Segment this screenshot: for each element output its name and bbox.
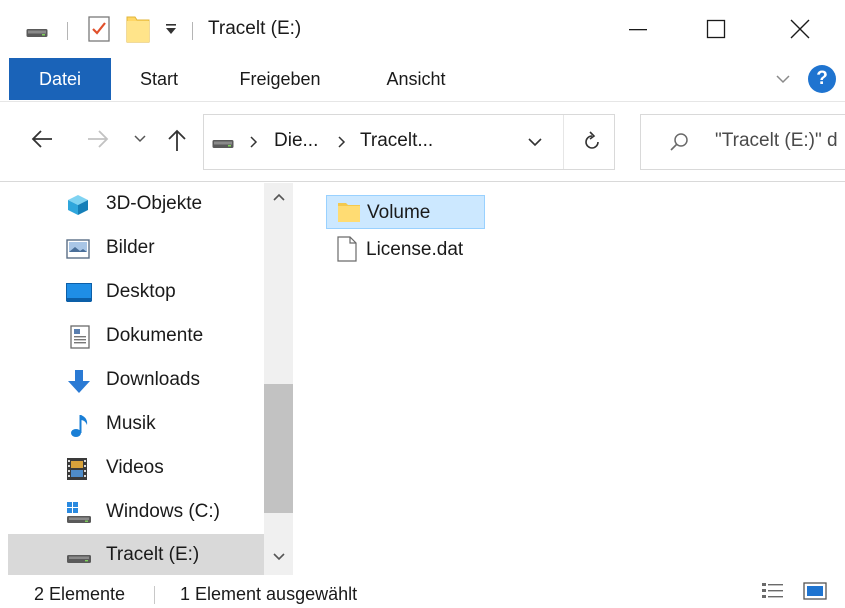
large-icons-view-icon[interactable] bbox=[803, 581, 829, 603]
address-bar[interactable]: Die... Tracelt... bbox=[203, 114, 615, 170]
nav-item-downloads[interactable]: Downloads bbox=[8, 359, 264, 402]
title-bar: Tracelt (E:) bbox=[0, 0, 845, 58]
properties-icon[interactable] bbox=[88, 16, 110, 47]
scroll-down-button[interactable] bbox=[264, 549, 293, 573]
item-count: 2 Elemente bbox=[34, 584, 126, 604]
nav-item-desktop[interactable]: Desktop bbox=[8, 271, 264, 314]
nav-item-dokumente[interactable]: Dokumente bbox=[8, 315, 264, 358]
nav-item-windows-c[interactable]: Windows (C:) bbox=[8, 491, 264, 534]
up-arrow-icon[interactable] bbox=[166, 128, 188, 157]
file-icon bbox=[337, 236, 357, 267]
close-icon bbox=[790, 19, 810, 39]
nav-item-3d-objekte[interactable]: 3D-Objekte bbox=[8, 183, 264, 226]
maximize-button[interactable] bbox=[686, 6, 746, 52]
customize-toolbar-icon[interactable] bbox=[164, 22, 178, 41]
tab-ansicht[interactable]: Ansicht bbox=[368, 58, 464, 100]
forward-arrow-icon[interactable] bbox=[86, 128, 110, 155]
download-arrow-icon bbox=[66, 369, 92, 400]
selection-count: 1 Element ausgewählt bbox=[180, 584, 358, 604]
help-button[interactable]: ? bbox=[808, 65, 836, 93]
status-bar: 2 Elemente 1 Element ausgewählt bbox=[0, 575, 845, 608]
chevron-down-icon bbox=[272, 553, 285, 561]
chevron-up-icon bbox=[272, 193, 285, 201]
ribbon: Datei Start Freigeben Ansicht ? bbox=[0, 58, 845, 102]
close-button[interactable] bbox=[770, 6, 830, 52]
breadcrumb-item[interactable]: Die... bbox=[274, 130, 318, 152]
tab-freigeben[interactable]: Freigeben bbox=[218, 58, 342, 100]
breadcrumb-item[interactable]: Tracelt... bbox=[360, 130, 433, 152]
nav-item-tracelt-e[interactable]: Tracelt (E:) bbox=[8, 534, 264, 575]
search-box[interactable]: "Tracelt (E:)" d bbox=[640, 114, 845, 170]
minimize-icon bbox=[629, 29, 647, 31]
back-arrow-icon[interactable] bbox=[30, 128, 54, 155]
file-list[interactable]: Volume License.dat bbox=[296, 183, 845, 575]
navigation-pane: 3D-Objekte Bilder Desktop Dokumente Down… bbox=[0, 183, 296, 575]
address-history-chevron-icon[interactable] bbox=[526, 135, 544, 154]
drive-icon[interactable] bbox=[26, 26, 48, 44]
search-input[interactable]: "Tracelt (E:)" d bbox=[715, 130, 838, 152]
new-folder-icon[interactable] bbox=[125, 14, 151, 49]
desktop-icon bbox=[66, 283, 92, 308]
status-separator bbox=[154, 586, 155, 604]
toolbar-separator bbox=[67, 22, 68, 40]
navigation-bar: Die... Tracelt... "Tracelt (E:)" d bbox=[0, 102, 845, 182]
drive-icon bbox=[66, 552, 92, 570]
pictures-icon bbox=[66, 239, 90, 264]
nav-item-videos[interactable]: Videos bbox=[8, 447, 264, 490]
list-item-license-dat[interactable]: License.dat bbox=[326, 233, 485, 267]
details-view-icon[interactable] bbox=[761, 581, 787, 603]
toolbar-separator bbox=[192, 22, 193, 40]
system-drive-icon bbox=[66, 501, 92, 530]
search-icon bbox=[669, 132, 689, 157]
list-item-volume[interactable]: Volume bbox=[326, 195, 485, 229]
scroll-up-button[interactable] bbox=[264, 191, 293, 215]
film-icon bbox=[66, 457, 88, 486]
breadcrumb-chevron-icon[interactable] bbox=[336, 134, 348, 155]
tab-start[interactable]: Start bbox=[122, 58, 196, 100]
drive-icon bbox=[212, 137, 234, 155]
scroll-thumb[interactable] bbox=[264, 384, 293, 513]
nav-item-bilder[interactable]: Bilder bbox=[8, 227, 264, 270]
address-divider bbox=[563, 115, 564, 169]
maximize-icon bbox=[706, 19, 726, 39]
expand-ribbon-chevron-icon[interactable] bbox=[774, 68, 792, 95]
refresh-icon[interactable] bbox=[582, 131, 602, 158]
tab-datei[interactable]: Datei bbox=[9, 58, 111, 100]
nav-item-musik[interactable]: Musik bbox=[8, 403, 264, 446]
minimize-button[interactable] bbox=[608, 6, 668, 52]
folder-icon bbox=[337, 201, 361, 228]
music-note-icon bbox=[70, 413, 90, 444]
breadcrumb-chevron-icon[interactable] bbox=[248, 134, 260, 155]
cube-icon bbox=[66, 193, 90, 222]
nav-scrollbar[interactable] bbox=[264, 183, 293, 575]
recent-locations-chevron-icon[interactable] bbox=[133, 132, 147, 150]
documents-icon bbox=[70, 325, 90, 354]
window-title: Tracelt (E:) bbox=[208, 18, 302, 39]
